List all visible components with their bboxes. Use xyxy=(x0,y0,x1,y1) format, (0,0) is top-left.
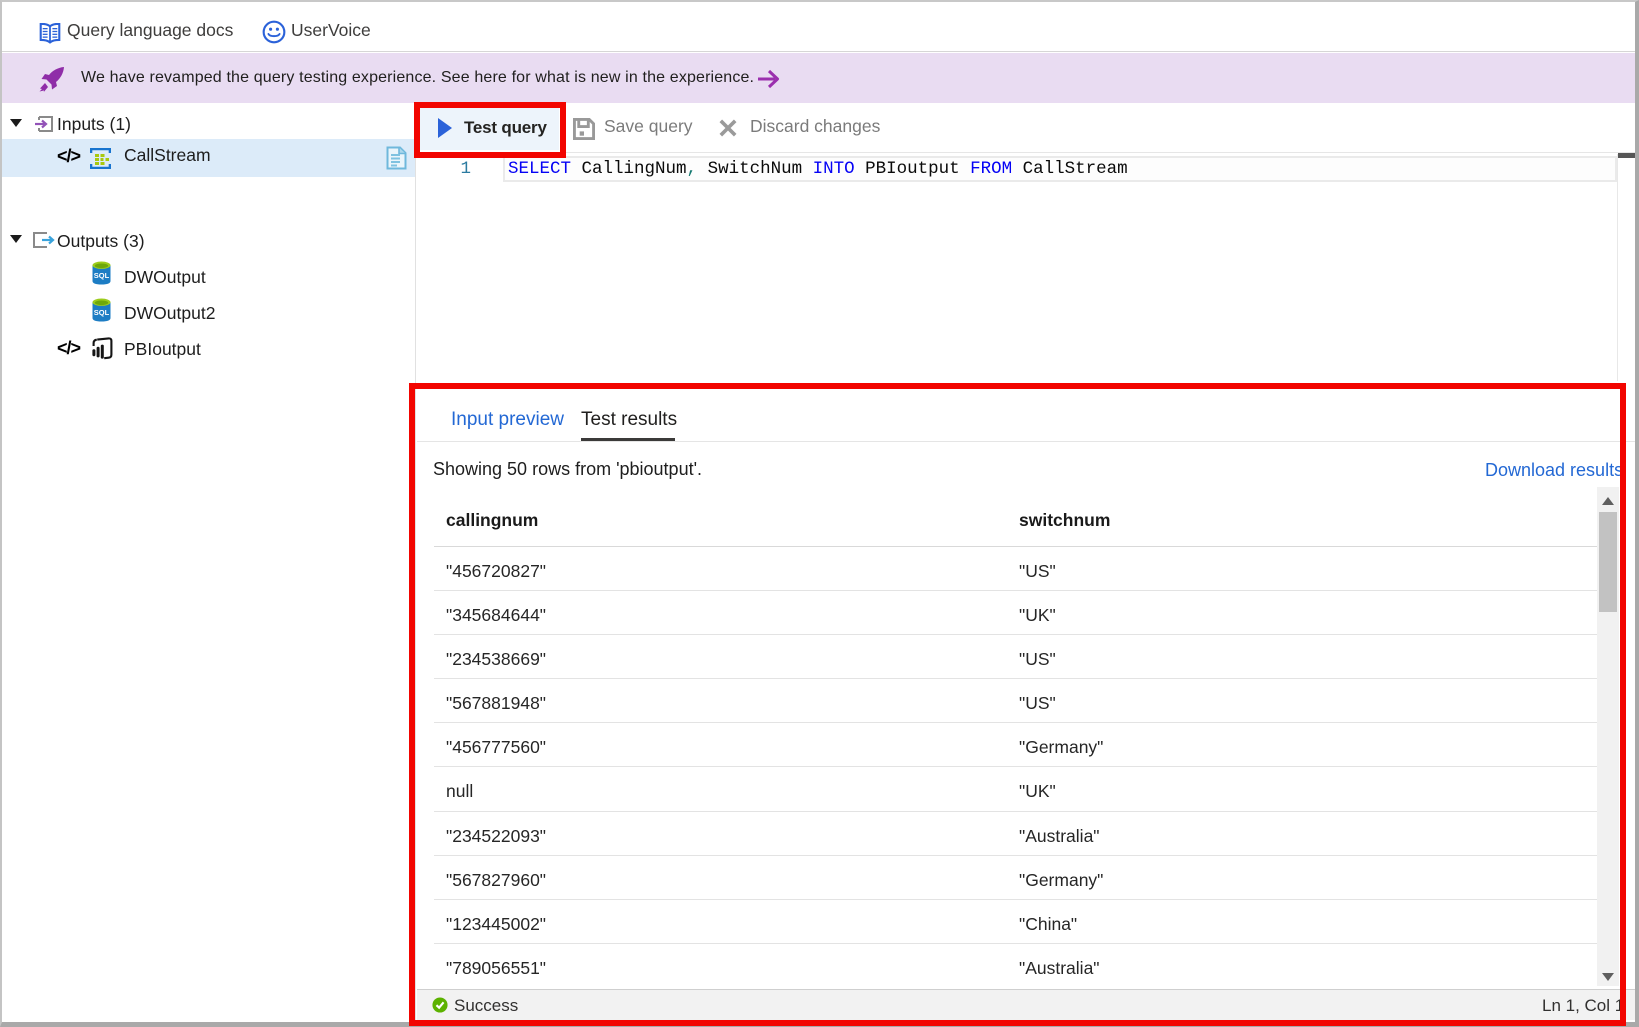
svg-text:SQL: SQL xyxy=(94,308,110,317)
svg-text:SQL: SQL xyxy=(94,271,110,280)
